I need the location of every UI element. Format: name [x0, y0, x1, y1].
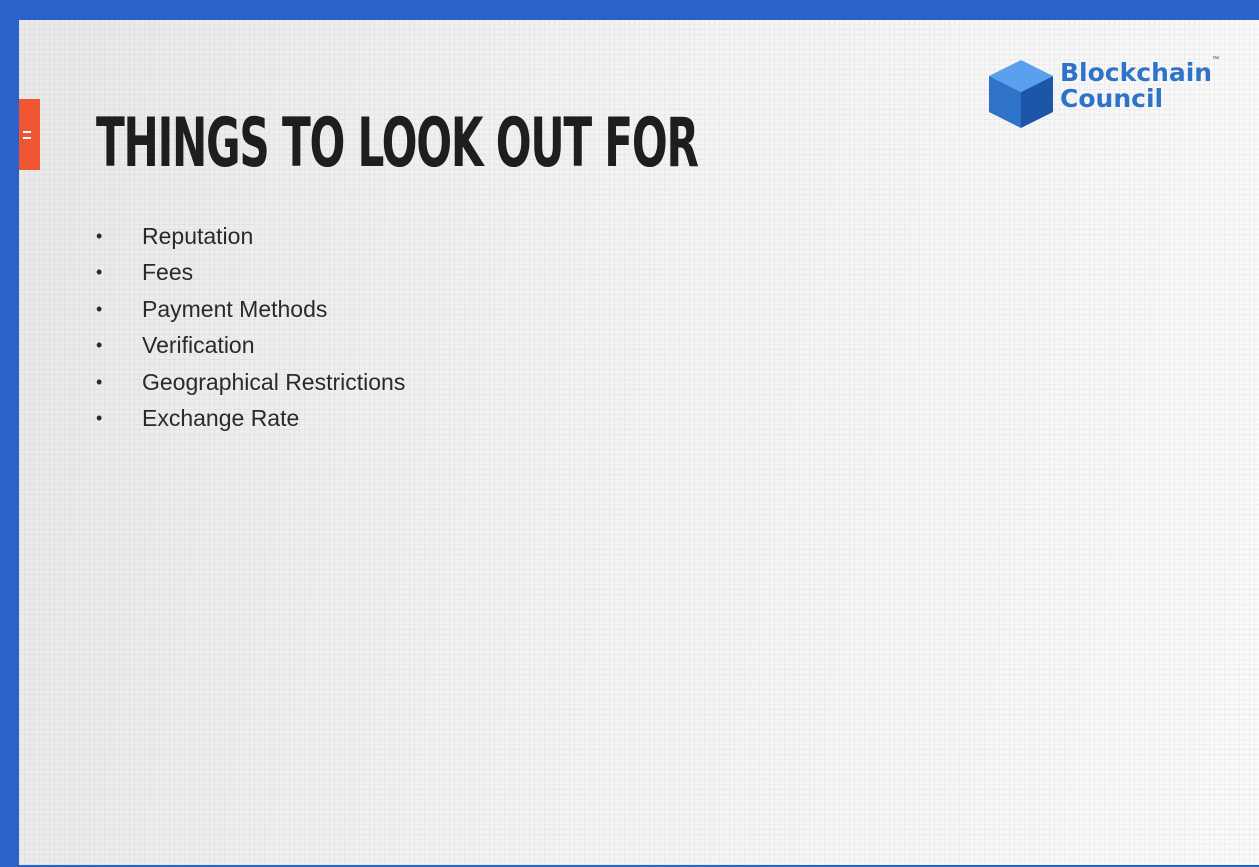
- list-item-text: Fees: [142, 259, 194, 286]
- slide-title: THINGS TO LOOK OUT FOR: [96, 104, 699, 183]
- bullet-dot: •: [96, 371, 103, 392]
- logo-line-2: Council: [1060, 84, 1164, 113]
- list-item-text: Geographical Restrictions: [142, 368, 406, 395]
- slide-canvas: THINGS TO LOOK OUT FOR Blockchain Counci…: [19, 20, 1259, 865]
- list-item-text: Payment Methods: [142, 295, 328, 322]
- bullet-dot: •: [96, 335, 103, 356]
- slide-frame: THINGS TO LOOK OUT FOR Blockchain Counci…: [0, 0, 1259, 867]
- list-item: • Geographical Restrictions: [96, 364, 405, 400]
- list-item-text: Verification: [142, 332, 255, 359]
- logo-line-1: Blockchain: [1060, 58, 1213, 87]
- blue-cube-icon: [989, 60, 1053, 128]
- list-item: • Payment Methods: [96, 291, 405, 327]
- bullet-dot: •: [96, 407, 103, 428]
- list-item: • Exchange Rate: [96, 400, 405, 436]
- list-item: • Verification: [96, 327, 405, 363]
- logo-wordmark: Blockchain Council: [1060, 60, 1212, 112]
- list-item: • Fees: [96, 254, 405, 290]
- accent-tab: [19, 99, 40, 170]
- bullet-dot: •: [96, 262, 103, 283]
- trademark-symbol: ™: [1212, 56, 1219, 63]
- menu-lines-icon-bar: [23, 137, 31, 139]
- list-item-text: Exchange Rate: [142, 404, 300, 431]
- bullet-dot: •: [96, 298, 103, 319]
- list-item-text: Reputation: [142, 223, 254, 249]
- blockchain-council-logo: Blockchain Council ™: [985, 56, 1235, 128]
- list-item: • Reputation: [96, 218, 405, 254]
- menu-lines-icon: [23, 131, 31, 133]
- bullet-list: • Reputation • Fees • Payment Methods • Veri…: [96, 218, 405, 436]
- bullet-dot: •: [96, 226, 103, 246]
